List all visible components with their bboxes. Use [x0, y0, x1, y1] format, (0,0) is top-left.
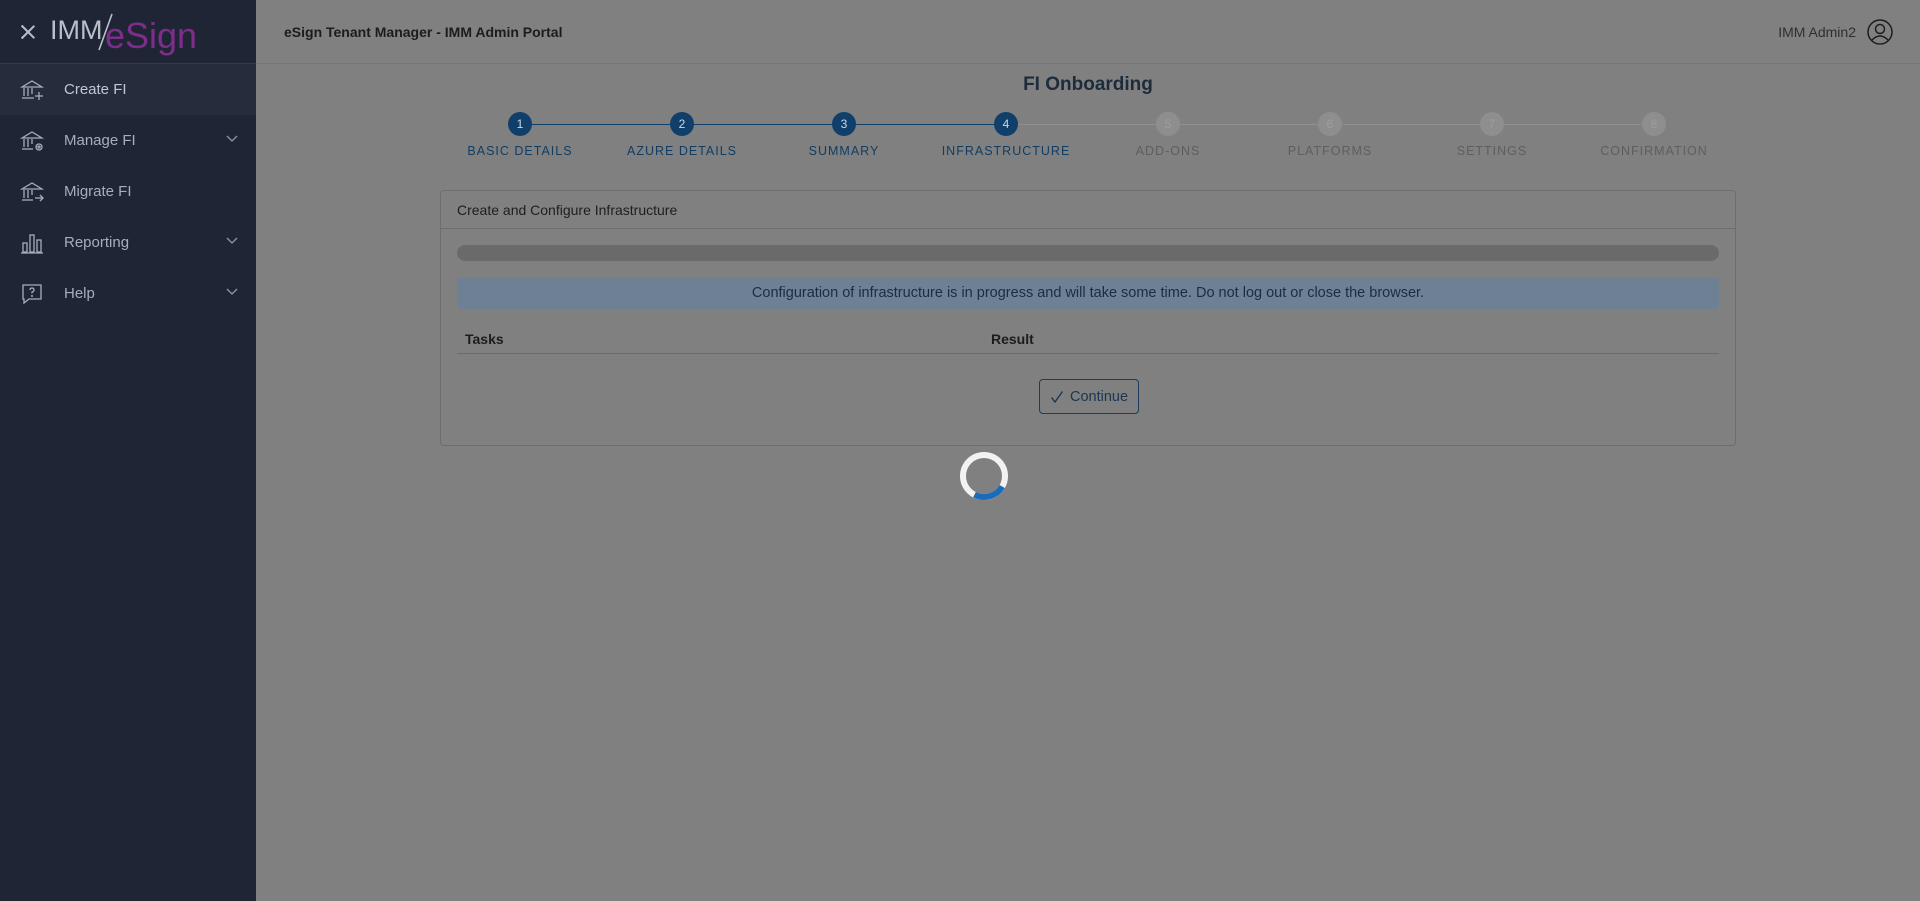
column-header-result: Result — [991, 331, 1034, 347]
sidebar-item-label: Help — [64, 285, 95, 302]
step-number: 5 — [1156, 112, 1180, 136]
chevron-down-icon[interactable] — [226, 288, 238, 296]
sidebar: IMM eSign Create FI Manage FI Migrate FI… — [0, 0, 256, 901]
step-number: 7 — [1480, 112, 1504, 136]
card-title: Create and Configure Infrastructure — [441, 191, 1735, 229]
column-header-tasks: Tasks — [465, 331, 504, 347]
bar-chart-icon — [21, 233, 43, 254]
step-number: 1 — [508, 112, 532, 136]
step-number: 6 — [1318, 112, 1342, 136]
step-label: AZURE DETAILS — [626, 144, 737, 158]
continue-label: Continue — [1069, 388, 1129, 405]
chevron-down-icon[interactable] — [226, 237, 238, 245]
bank-plus-icon — [20, 79, 44, 100]
step-add-ons: 5 ADD-ONS — [1088, 112, 1248, 158]
onboarding-stepper: 1 BASIC DETAILS 2 AZURE DETAILS 3 SUMMARY 4 INF… — [440, 112, 1707, 168]
sidebar-item-label: Create FI — [64, 81, 127, 98]
info-alert: Configuration of infrastructure is in pr… — [457, 277, 1719, 309]
bank-arrow-icon — [20, 181, 44, 201]
step-label: ADD-ONS — [1135, 144, 1201, 158]
user-menu[interactable]: IMM Admin2 — [1778, 18, 1894, 46]
check-icon — [1050, 390, 1064, 403]
step-label: CONFIRMATION — [1600, 144, 1708, 158]
sidebar-item-migrate-fi[interactable]: Migrate FI — [0, 166, 256, 217]
logo-part1: IMM — [50, 15, 102, 45]
step-number: 8 — [1642, 112, 1666, 136]
logo-part2: eSign — [105, 15, 197, 56]
step-label: SUMMARY — [808, 144, 880, 158]
step-platforms: 6 PLATFORMS — [1250, 112, 1410, 158]
sidebar-item-label: Migrate FI — [64, 183, 132, 200]
sidebar-item-label: Reporting — [64, 234, 130, 251]
step-number: 4 — [994, 112, 1018, 136]
bank-gear-icon — [20, 130, 44, 151]
help-bubble-icon — [22, 283, 42, 304]
progress-bar — [457, 245, 1719, 261]
sidebar-item-create-fi[interactable]: Create FI — [0, 64, 256, 115]
table-header: Tasks Result — [457, 319, 1719, 354]
step-label: PLATFORMS — [1287, 144, 1373, 158]
sidebar-item-help[interactable]: Help — [0, 268, 256, 319]
app-title: eSign Tenant Manager - IMM Admin Portal — [284, 24, 563, 40]
step-label: SETTINGS — [1456, 144, 1528, 158]
chevron-down-icon[interactable] — [226, 135, 238, 143]
continue-button[interactable]: Continue — [1039, 379, 1139, 414]
step-summary: 3 SUMMARY — [764, 112, 924, 158]
infrastructure-card: Create and Configure Infrastructure Conf… — [440, 190, 1736, 446]
loading-spinner-icon — [960, 452, 1008, 500]
page-title: FI Onboarding — [1023, 74, 1153, 95]
user-name: IMM Admin2 — [1778, 24, 1856, 40]
logo: IMM eSign — [50, 8, 220, 56]
step-confirmation: 8 CONFIRMATION — [1574, 112, 1734, 158]
sidebar-item-manage-fi[interactable]: Manage FI — [0, 115, 256, 166]
sidebar-item-reporting[interactable]: Reporting — [0, 217, 256, 268]
step-azure-details: 2 AZURE DETAILS — [602, 112, 762, 158]
step-label: INFRASTRUCTURE — [941, 144, 1071, 158]
step-label: BASIC DETAILS — [467, 144, 573, 158]
close-icon[interactable] — [18, 22, 38, 42]
sidebar-header: IMM eSign — [0, 0, 256, 64]
step-basic-details: 1 BASIC DETAILS — [440, 112, 600, 158]
step-number: 2 — [670, 112, 694, 136]
step-infrastructure: 4 INFRASTRUCTURE — [926, 112, 1086, 158]
user-avatar-icon[interactable] — [1866, 18, 1894, 46]
step-settings: 7 SETTINGS — [1412, 112, 1572, 158]
top-bar: eSign Tenant Manager - IMM Admin Portal … — [256, 0, 1920, 64]
step-number: 3 — [832, 112, 856, 136]
sidebar-item-label: Manage FI — [64, 132, 136, 149]
